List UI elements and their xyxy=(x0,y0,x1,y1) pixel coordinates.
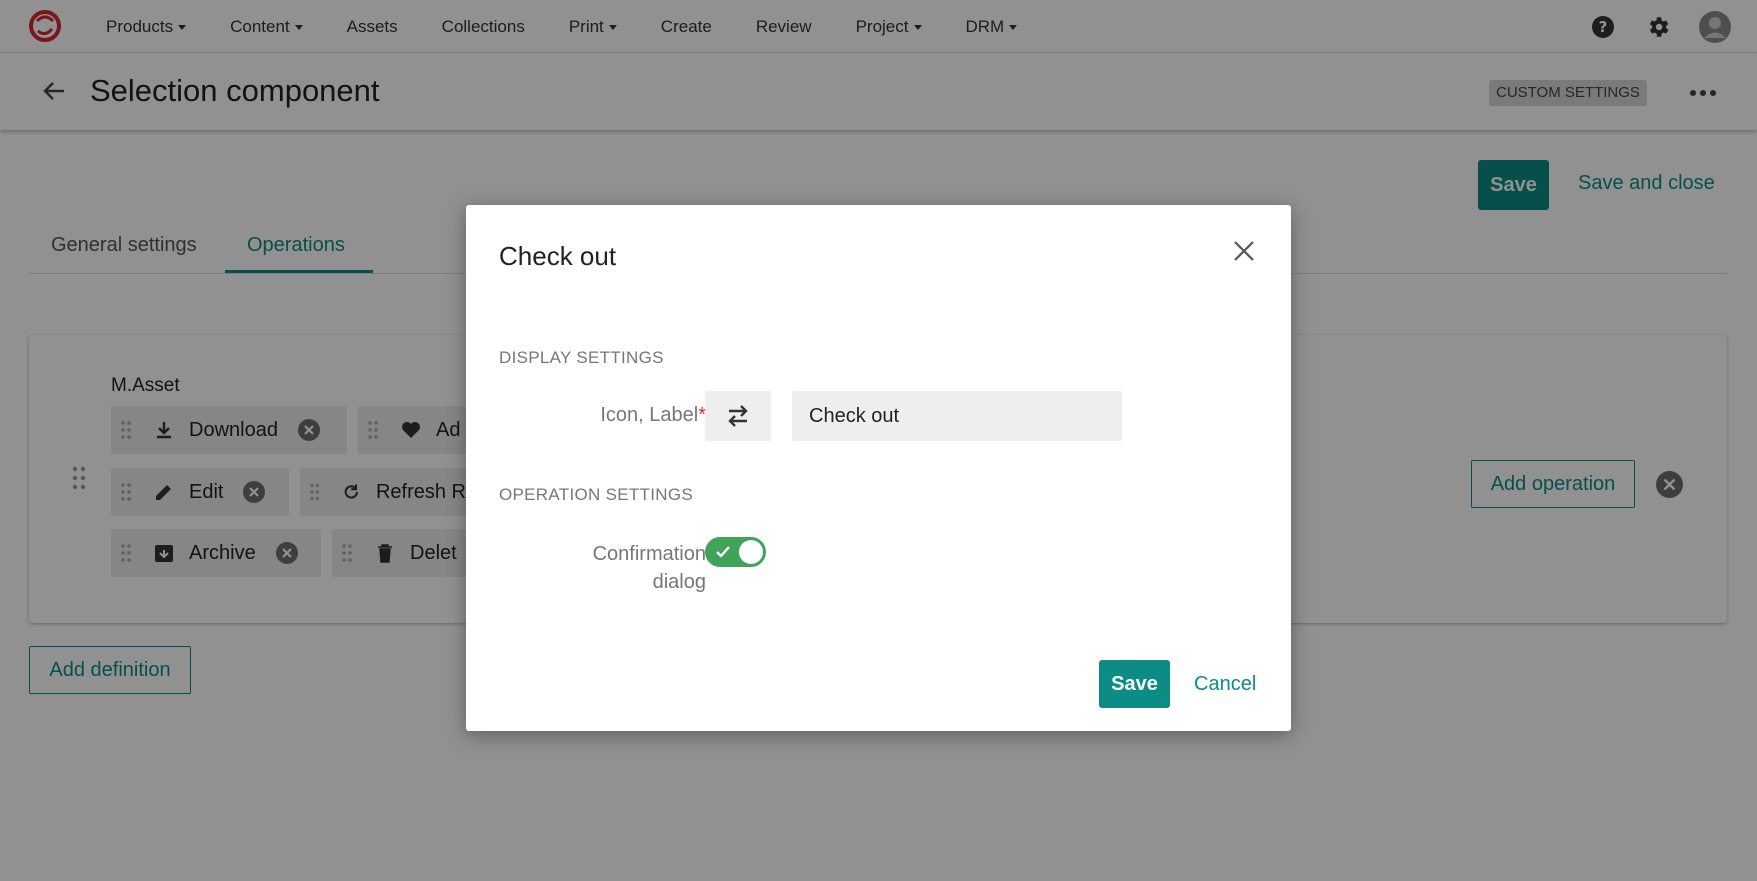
label-input[interactable] xyxy=(792,391,1122,441)
operation-settings-heading: OPERATION SETTINGS xyxy=(499,485,693,504)
icon-picker-button[interactable] xyxy=(705,391,771,441)
display-settings-heading: DISPLAY SETTINGS xyxy=(499,348,664,367)
dialog-save-button[interactable]: Save xyxy=(1099,660,1170,708)
swap-arrows-icon xyxy=(728,405,748,427)
icon-label-field-label: Icon, Label* xyxy=(499,404,706,427)
dialog-cancel-button[interactable]: Cancel xyxy=(1194,673,1256,696)
label-line: Confirmation xyxy=(592,543,706,565)
check-out-dialog: Check out DISPLAY SETTINGS Icon, Label* … xyxy=(466,205,1291,731)
confirmation-dialog-toggle[interactable] xyxy=(705,537,766,567)
confirmation-dialog-label: Confirmation dialog xyxy=(499,540,706,596)
label-line: dialog xyxy=(652,571,706,593)
dialog-title: Check out xyxy=(499,241,617,271)
close-icon[interactable] xyxy=(1231,238,1257,264)
field-label-text: Icon, Label xyxy=(600,404,699,426)
toggle-knob xyxy=(739,540,763,564)
check-icon xyxy=(716,546,730,558)
